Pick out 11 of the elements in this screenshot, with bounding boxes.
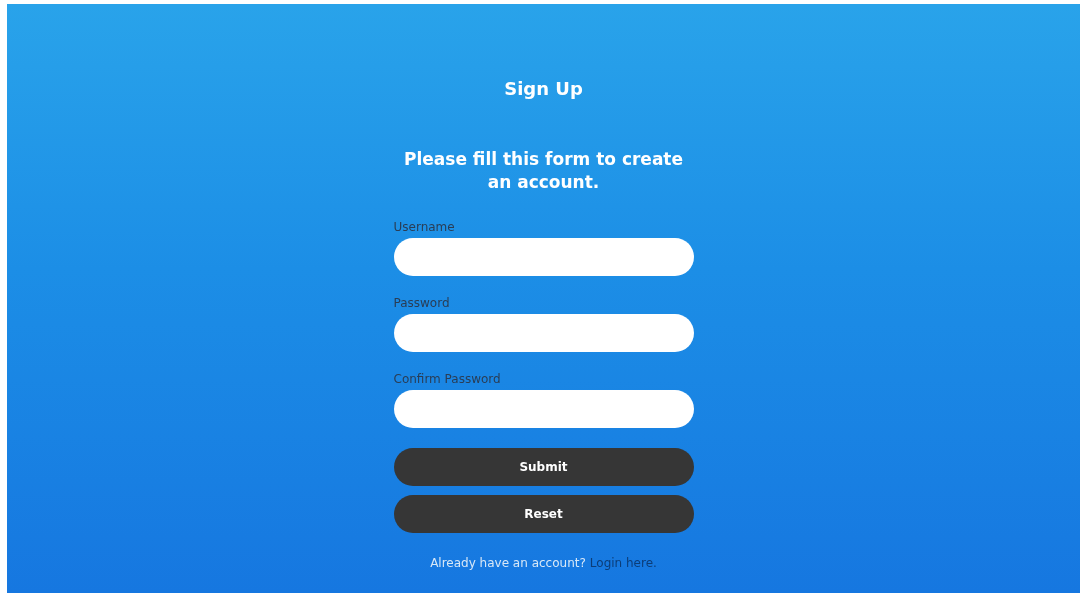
form-button[interactable]: Reset (393, 495, 694, 533)
field-label: Username (393, 220, 456, 234)
input-field[interactable] (393, 390, 694, 428)
field-label: Password (393, 296, 451, 310)
page-title: Sign Up (504, 78, 583, 101)
input-field[interactable] (393, 314, 694, 352)
field-label: Confirm Password (393, 372, 502, 386)
form-heading: Please fill this form to create an account. (402, 148, 685, 194)
form-button[interactable]: Submit (393, 448, 694, 486)
footer-text: Already have an account? (430, 556, 586, 570)
input-field[interactable] (393, 238, 694, 276)
